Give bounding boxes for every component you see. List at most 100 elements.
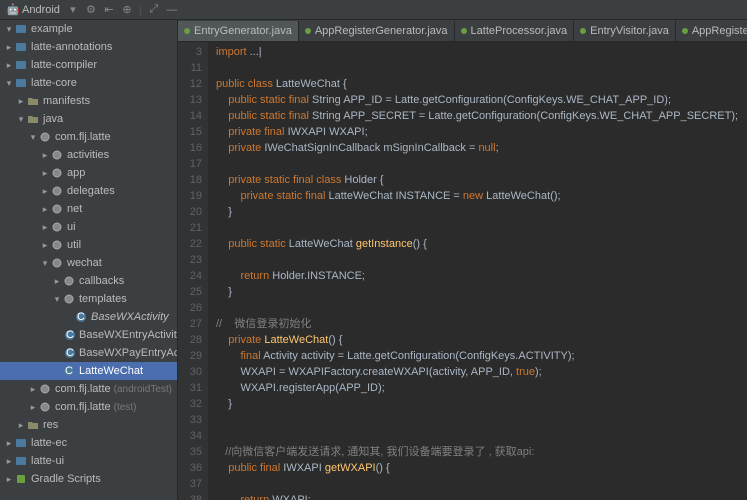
tree-item-latte-annotations[interactable]: ▸latte-annotations bbox=[0, 38, 177, 56]
target-icon[interactable]: ⊕ bbox=[120, 3, 134, 17]
code-line[interactable]: } bbox=[216, 396, 747, 412]
tree-item-java[interactable]: ▾java bbox=[0, 110, 177, 128]
code-line[interactable]: } bbox=[216, 284, 747, 300]
chevron-icon[interactable]: ▸ bbox=[4, 60, 14, 71]
chevron-icon[interactable]: ▸ bbox=[4, 42, 14, 53]
tab-appregistergenerator[interactable]: AppRegisterGenerator.java bbox=[299, 21, 455, 41]
tree-item-activities[interactable]: ▸activities bbox=[0, 146, 177, 164]
code-line[interactable]: private static final LatteWeChat INSTANC… bbox=[216, 188, 747, 204]
tab-entrygenerator[interactable]: EntryGenerator.java bbox=[178, 21, 299, 41]
code-line[interactable] bbox=[216, 412, 747, 428]
chevron-icon[interactable]: ▸ bbox=[40, 168, 50, 179]
tree-item-delegates[interactable]: ▸delegates bbox=[0, 182, 177, 200]
chevron-down-icon[interactable]: ▾ bbox=[66, 3, 80, 17]
chevron-icon[interactable]: ▸ bbox=[4, 474, 14, 485]
tree-item-net[interactable]: ▸net bbox=[0, 200, 177, 218]
tree-item-ui[interactable]: ▸ui bbox=[0, 218, 177, 236]
pkg-icon bbox=[50, 149, 64, 161]
code-line[interactable] bbox=[216, 476, 747, 492]
tree-item-res[interactable]: ▸ res bbox=[0, 416, 177, 434]
code-line[interactable]: WXAPI.registerApp(APP_ID); bbox=[216, 380, 747, 396]
hide-icon[interactable]: — bbox=[165, 3, 179, 17]
chevron-icon[interactable]: ▾ bbox=[28, 132, 38, 143]
chevron-icon[interactable]: ▸ bbox=[40, 150, 50, 161]
code-line[interactable]: final Activity activity = Latte.getConfi… bbox=[216, 348, 747, 364]
chevron-icon[interactable]: ▸ bbox=[16, 420, 26, 431]
tree-item-lattewechat[interactable]: CLatteWeChat bbox=[0, 362, 177, 380]
tab-entryvisitor[interactable]: EntryVisitor.java bbox=[574, 21, 676, 41]
code-line[interactable]: public static final String APP_ID = Latt… bbox=[216, 92, 747, 108]
tree-label: res bbox=[43, 419, 58, 431]
tree-item-gradle-scripts[interactable]: ▸Gradle Scripts bbox=[0, 470, 177, 488]
settings-icon[interactable]: ⚙ bbox=[84, 3, 98, 17]
tree-item-util[interactable]: ▸util bbox=[0, 236, 177, 254]
mod-icon bbox=[14, 23, 28, 35]
tree-item-example[interactable]: ▾example bbox=[0, 20, 177, 38]
tree-item-basewxpayentryactivity[interactable]: CBaseWXPayEntryActivity bbox=[0, 344, 177, 362]
tree-item-latte-ui[interactable]: ▸latte-ui bbox=[0, 452, 177, 470]
collapse-icon[interactable]: ⇤ bbox=[102, 3, 116, 17]
code-line[interactable] bbox=[216, 300, 747, 316]
code-line[interactable] bbox=[216, 156, 747, 172]
code-line[interactable]: import ...| bbox=[216, 44, 747, 60]
tree-item-basewxactivity[interactable]: CBaseWXActivity bbox=[0, 308, 177, 326]
chevron-icon[interactable]: ▾ bbox=[4, 78, 14, 89]
editor-tabs[interactable]: EntryGenerator.javaAppRegisterGenerator.… bbox=[178, 20, 747, 42]
chevron-icon[interactable]: ▸ bbox=[40, 222, 50, 233]
tree-item-callbacks[interactable]: ▸callbacks bbox=[0, 272, 177, 290]
chevron-icon[interactable]: ▾ bbox=[4, 24, 14, 35]
tree-item-latte-ec[interactable]: ▸latte-ec bbox=[0, 434, 177, 452]
code-line[interactable]: } bbox=[216, 204, 747, 220]
tree-item-latte-core[interactable]: ▾latte-core bbox=[0, 74, 177, 92]
tree-item-app[interactable]: ▸app bbox=[0, 164, 177, 182]
chevron-icon[interactable]: ▸ bbox=[16, 96, 26, 107]
code-line[interactable] bbox=[216, 220, 747, 236]
code-line[interactable]: private IWeChatSignInCallback mSignInCal… bbox=[216, 140, 747, 156]
chevron-icon[interactable]: ▸ bbox=[40, 204, 50, 215]
code-line[interactable]: WXAPI = WXAPIFactory.createWXAPI(activit… bbox=[216, 364, 747, 380]
chevron-icon[interactable]: ▸ bbox=[28, 384, 38, 395]
code-text[interactable]: import ...| public class LatteWeChat { p… bbox=[208, 42, 747, 500]
code-line[interactable]: //向微信客户端发送请求, 通知其, 我们设备端要登录了 , 获取api: bbox=[216, 444, 747, 460]
chevron-icon[interactable]: ▾ bbox=[16, 114, 26, 125]
tab-latteprocessor[interactable]: LatteProcessor.java bbox=[455, 21, 575, 41]
code-line[interactable]: // 微信登录初始化 bbox=[216, 316, 747, 332]
code-line[interactable] bbox=[216, 428, 747, 444]
chevron-icon[interactable]: ▸ bbox=[52, 276, 62, 287]
chevron-icon[interactable]: ▸ bbox=[4, 438, 14, 449]
expand-icon[interactable]: ⤢ bbox=[147, 3, 161, 17]
chevron-icon[interactable]: ▸ bbox=[4, 456, 14, 467]
tree-item-basewxentryactivity[interactable]: CBaseWXEntryActivity bbox=[0, 326, 177, 344]
view-dropdown[interactable]: Android bbox=[22, 4, 60, 16]
tree-item-templates[interactable]: ▾templates bbox=[0, 290, 177, 308]
line-number: 14 bbox=[178, 108, 202, 124]
chevron-icon[interactable]: ▾ bbox=[40, 258, 50, 269]
chevron-icon[interactable]: ▸ bbox=[40, 240, 50, 251]
tree-item-wechat[interactable]: ▾wechat bbox=[0, 254, 177, 272]
code-line[interactable]: private LatteWeChat() { bbox=[216, 332, 747, 348]
tab-appregister[interactable]: AppRegister.java bbox=[676, 21, 747, 41]
code-area[interactable]: 3111213141516171819202122232425262728293… bbox=[178, 42, 747, 500]
project-tree[interactable]: ▾example▸latte-annotations▸latte-compile… bbox=[0, 20, 178, 500]
code-line[interactable] bbox=[216, 60, 747, 76]
code-line[interactable]: public class LatteWeChat { bbox=[216, 76, 747, 92]
tree-item-com-flj-latte[interactable]: ▾com.flj.latte bbox=[0, 128, 177, 146]
code-line[interactable]: public static LatteWeChat getInstance() … bbox=[216, 236, 747, 252]
code-line[interactable]: return WXAPI; bbox=[216, 492, 747, 500]
chevron-icon[interactable]: ▾ bbox=[52, 294, 62, 305]
tree-label: com.flj.latte bbox=[55, 383, 111, 395]
chevron-icon[interactable]: ▸ bbox=[40, 186, 50, 197]
code-line[interactable]: public static final String APP_SECRET = … bbox=[216, 108, 747, 124]
tree-item-manifests[interactable]: ▸manifests bbox=[0, 92, 177, 110]
code-line[interactable]: return Holder.INSTANCE; bbox=[216, 268, 747, 284]
code-line[interactable]: private static final class Holder { bbox=[216, 172, 747, 188]
code-line[interactable]: public final IWXAPI getWXAPI() { bbox=[216, 460, 747, 476]
tree-item-latte-compiler[interactable]: ▸latte-compiler bbox=[0, 56, 177, 74]
code-line[interactable] bbox=[216, 252, 747, 268]
chevron-icon[interactable]: ▸ bbox=[28, 402, 38, 413]
tree-item-com-flj-latte[interactable]: ▸com.flj.latte(test) bbox=[0, 398, 177, 416]
java-icon bbox=[461, 28, 467, 34]
code-line[interactable]: private final IWXAPI WXAPI; bbox=[216, 124, 747, 140]
tree-item-com-flj-latte[interactable]: ▸com.flj.latte(androidTest) bbox=[0, 380, 177, 398]
tab-label: AppRegister.java bbox=[692, 25, 747, 37]
